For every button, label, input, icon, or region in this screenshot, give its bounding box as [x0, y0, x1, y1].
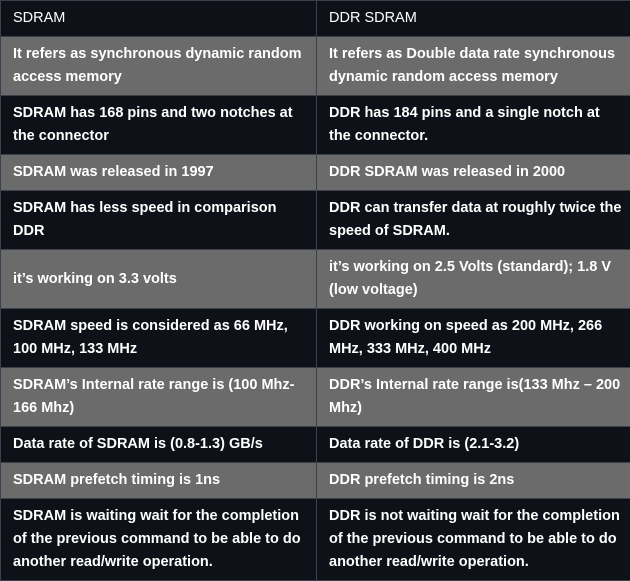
table-row: it’s working on 3.3 volts it’s working o… [1, 250, 630, 309]
table-row: SDRAM has less speed in comparison DDR D… [1, 191, 630, 250]
table-row: SDRAM is waiting wait for the completion… [1, 499, 630, 581]
table-row: SDRAM speed is considered as 66 MHz, 100… [1, 309, 630, 368]
table-cell-sdram: SDRAM’s Internal rate range is (100 Mhz-… [1, 368, 317, 427]
header-row: SDRAM DDR SDRAM [1, 1, 630, 37]
table-cell-ddr: it’s working on 2.5 Volts (standard); 1.… [317, 250, 630, 309]
comparison-table: SDRAM DDR SDRAM It refers as synchronous… [0, 0, 630, 581]
table-row: Data rate of SDRAM is (0.8-1.3) GB/s Dat… [1, 427, 630, 463]
table-row: SDRAM’s Internal rate range is (100 Mhz-… [1, 368, 630, 427]
table-cell-ddr: DDR is not waiting wait for the completi… [317, 499, 630, 581]
table-row: SDRAM was released in 1997 DDR SDRAM was… [1, 155, 630, 191]
table-row: SDRAM has 168 pins and two notches at th… [1, 96, 630, 155]
table-row: It refers as synchronous dynamic random … [1, 37, 630, 96]
header-cell-ddr-sdram: DDR SDRAM [317, 1, 630, 37]
table-row: SDRAM prefetch timing is 1ns DDR prefetc… [1, 463, 630, 499]
table-cell-sdram: SDRAM has less speed in comparison DDR [1, 191, 317, 250]
table-cell-ddr: DDR can transfer data at roughly twice t… [317, 191, 630, 250]
table-cell-sdram: It refers as synchronous dynamic random … [1, 37, 317, 96]
table-cell-sdram: SDRAM prefetch timing is 1ns [1, 463, 317, 499]
table-cell-ddr: Data rate of DDR is (2.1-3.2) [317, 427, 630, 463]
table-cell-sdram: Data rate of SDRAM is (0.8-1.3) GB/s [1, 427, 317, 463]
table-cell-ddr: DDR SDRAM was released in 2000 [317, 155, 630, 191]
table-cell-ddr: DDR prefetch timing is 2ns [317, 463, 630, 499]
table-cell-sdram: SDRAM was released in 1997 [1, 155, 317, 191]
table-cell-sdram: SDRAM speed is considered as 66 MHz, 100… [1, 309, 317, 368]
table-cell-sdram: SDRAM has 168 pins and two notches at th… [1, 96, 317, 155]
table-cell-ddr: DDR’s Internal rate range is(133 Mhz – 2… [317, 368, 630, 427]
table-cell-ddr: DDR has 184 pins and a single notch at t… [317, 96, 630, 155]
table-cell-ddr: DDR working on speed as 200 MHz, 266 MHz… [317, 309, 630, 368]
table-cell-sdram: SDRAM is waiting wait for the completion… [1, 499, 317, 581]
table-cell-ddr: It refers as Double data rate synchronou… [317, 37, 630, 96]
table-cell-sdram: it’s working on 3.3 volts [1, 250, 317, 309]
header-cell-sdram: SDRAM [1, 1, 317, 37]
